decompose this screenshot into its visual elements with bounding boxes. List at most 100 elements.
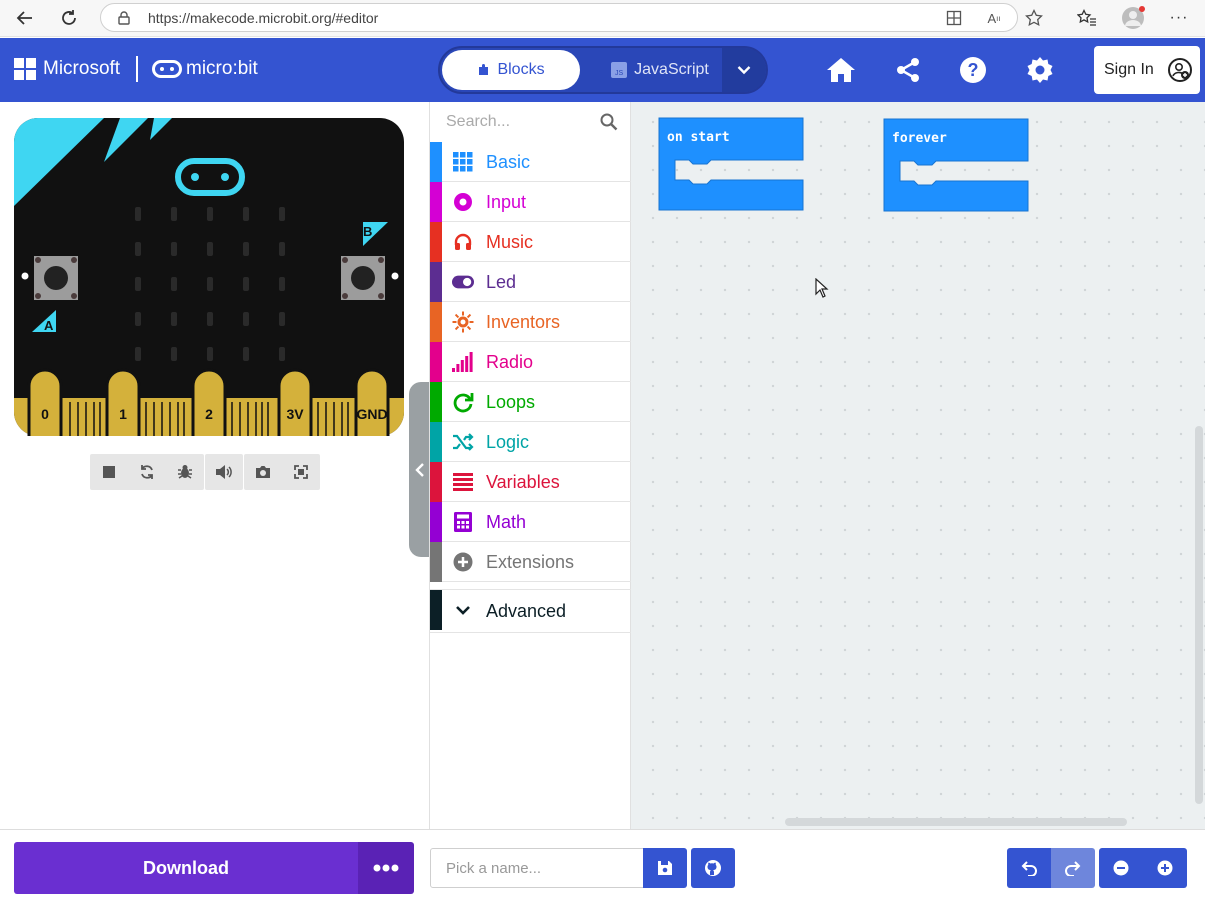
calculator-icon — [452, 511, 474, 533]
headphones-icon — [452, 231, 474, 253]
tab-javascript-label: JavaScript — [634, 61, 709, 78]
zoom-in-icon — [1157, 860, 1173, 876]
category-input[interactable]: Input — [430, 182, 631, 222]
gear-icon[interactable] — [1025, 55, 1055, 85]
undo-button[interactable] — [1007, 848, 1051, 888]
help-icon[interactable]: ? — [958, 55, 988, 85]
sun-icon — [452, 311, 474, 333]
editor-dropdown-button[interactable] — [722, 48, 766, 92]
download-button[interactable]: Download — [14, 842, 358, 894]
editor-toggle: Blocks JS JavaScript — [438, 46, 768, 94]
app-header: Microsoft micro:bit Blocks JS JavaScript… — [0, 38, 1205, 102]
user-add-icon — [1168, 58, 1192, 82]
microsoft-label: Microsoft — [43, 58, 121, 79]
button-a[interactable] — [34, 256, 78, 300]
block-forever-label: forever — [892, 131, 947, 146]
category-extensions[interactable]: Extensions — [430, 542, 631, 582]
footer-bar: Download — [0, 829, 1205, 899]
block-on-start[interactable]: on start — [658, 117, 806, 219]
js-icon: JS — [611, 62, 628, 78]
fullscreen-icon[interactable] — [282, 454, 320, 490]
favorite-star-icon[interactable] — [1023, 7, 1045, 29]
pin-2[interactable] — [191, 368, 227, 436]
chevron-down-icon — [737, 66, 751, 75]
favorites-icon[interactable] — [1074, 5, 1100, 31]
category-radio[interactable]: Radio — [430, 342, 631, 382]
pin-label-1: 1 — [119, 406, 127, 422]
category-loops-bar — [430, 382, 442, 422]
app-available-icon[interactable] — [943, 7, 965, 29]
microbit-logo[interactable]: micro:bit — [152, 58, 258, 80]
category-led-bar — [430, 262, 442, 302]
search-icon[interactable] — [600, 113, 618, 131]
zoom-out-button[interactable] — [1099, 848, 1143, 888]
debug-bug-icon[interactable] — [166, 454, 204, 490]
pin-3v[interactable] — [277, 368, 313, 436]
browser-toolbar: https://makecode.microbit.org/#editor Aı… — [0, 0, 1205, 37]
block-forever[interactable]: forever — [883, 118, 1031, 220]
more-menu-icon[interactable]: ··· — [1166, 5, 1192, 31]
category-advanced-label: Advanced — [486, 601, 567, 621]
pin-0[interactable] — [27, 368, 63, 436]
profile-avatar-icon[interactable] — [1120, 5, 1146, 31]
workspace-horizontal-scrollbar[interactable] — [785, 818, 1127, 826]
blocks-workspace[interactable]: on start forever — [631, 102, 1205, 829]
ellipsis-icon — [373, 864, 399, 872]
brand-divider — [136, 56, 138, 82]
category-inventors[interactable]: Inventors — [430, 302, 631, 342]
category-math-label: Math — [486, 512, 527, 532]
category-loops[interactable]: Loops — [430, 382, 631, 422]
category-variables-bar — [430, 462, 442, 502]
target-icon — [452, 191, 474, 213]
search-placeholder: Search... — [446, 113, 511, 130]
download-more-button[interactable] — [358, 842, 414, 894]
category-music-label: Music — [486, 232, 534, 252]
read-aloud-icon[interactable]: Aıı — [983, 7, 1005, 29]
redo-button[interactable] — [1051, 848, 1095, 888]
category-variables-label: Variables — [486, 472, 560, 492]
zoom-group — [1099, 848, 1187, 888]
list-icon — [452, 471, 474, 493]
tab-blocks-label: Blocks — [497, 61, 545, 78]
pin-1[interactable] — [105, 368, 141, 436]
screenshot-camera-icon[interactable] — [244, 454, 282, 490]
category-radio-label: Radio — [486, 352, 534, 372]
lock-icon[interactable] — [113, 7, 135, 29]
pin-gnd[interactable] — [354, 368, 390, 436]
collapse-simulator-button[interactable] — [409, 382, 431, 557]
category-variables[interactable]: Variables — [430, 462, 631, 502]
tab-blocks[interactable]: Blocks — [442, 50, 580, 90]
project-name-input[interactable] — [430, 848, 644, 888]
category-math[interactable]: Math — [430, 502, 631, 542]
share-icon[interactable] — [893, 55, 923, 85]
stop-icon[interactable] — [90, 454, 128, 490]
back-icon[interactable] — [12, 5, 38, 31]
chevron-left-icon — [415, 462, 424, 477]
button-a-label: A — [44, 318, 54, 333]
reload-icon[interactable] — [56, 5, 82, 31]
mouse-cursor-icon — [815, 278, 829, 298]
puzzle-icon — [479, 64, 489, 75]
button-b[interactable] — [341, 256, 385, 300]
category-logic[interactable]: Logic — [430, 422, 631, 462]
category-logic-bar — [430, 422, 442, 462]
category-advanced[interactable]: Advanced — [430, 589, 631, 633]
workspace-vertical-scrollbar[interactable] — [1195, 426, 1203, 804]
address-bar[interactable]: https://makecode.microbit.org/#editor Aı… — [100, 3, 1043, 32]
home-icon[interactable] — [826, 55, 856, 85]
signin-button[interactable]: Sign In — [1094, 46, 1200, 94]
mute-sound-icon[interactable] — [205, 454, 243, 490]
github-button[interactable] — [691, 848, 735, 888]
category-input-label: Input — [486, 192, 527, 212]
category-music[interactable]: Music — [430, 222, 631, 262]
category-basic[interactable]: Basic — [430, 142, 631, 182]
tab-javascript[interactable]: JS JavaScript — [600, 50, 720, 90]
restart-icon[interactable] — [128, 454, 166, 490]
category-led[interactable]: Led — [430, 262, 631, 302]
toolbox-search[interactable]: Search... — [430, 102, 630, 142]
category-inventors-bar — [430, 302, 442, 342]
save-button[interactable] — [643, 848, 687, 888]
microbit-board[interactable]: A B 0 1 2 3V GND — [0, 102, 420, 442]
microsoft-logo[interactable]: Microsoft — [14, 58, 120, 80]
zoom-in-button[interactable] — [1143, 848, 1187, 888]
